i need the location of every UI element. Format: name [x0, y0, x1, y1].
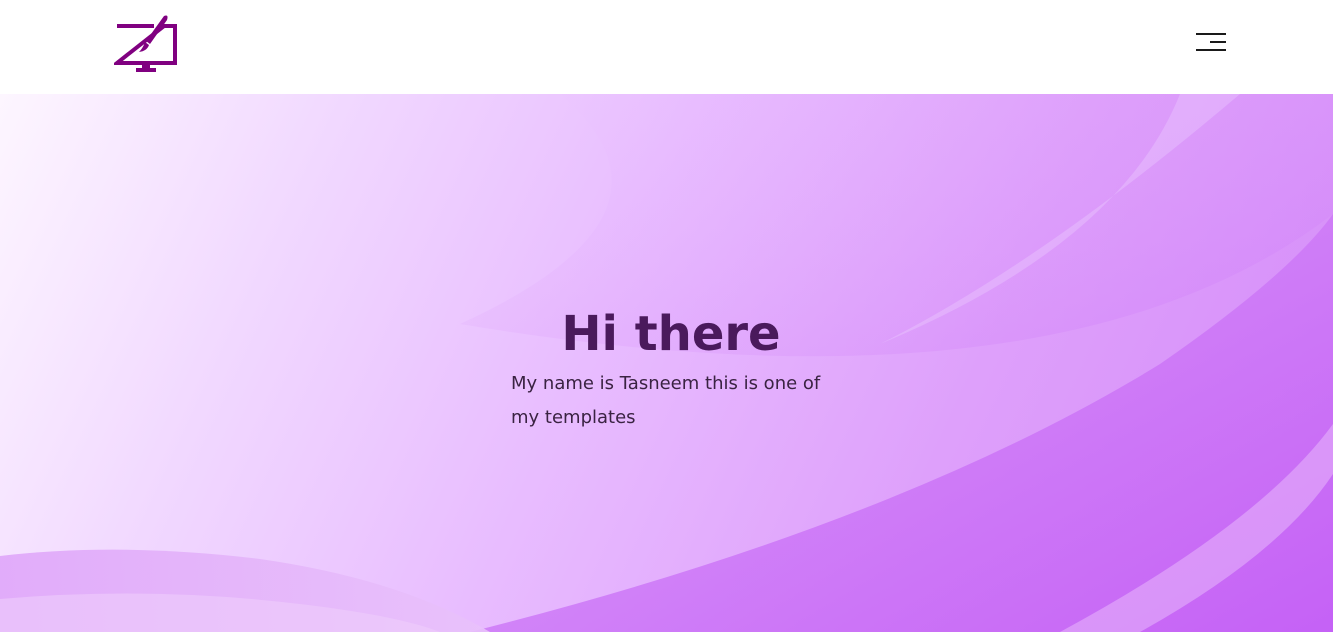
menu-bar-top — [1196, 33, 1226, 35]
hamburger-menu-icon[interactable] — [1190, 28, 1232, 56]
site-header — [0, 0, 1333, 94]
menu-bar-middle — [1210, 41, 1226, 43]
hero-section: Hi there My name is Tasneem this is one … — [0, 94, 1333, 632]
hero-title: Hi there — [561, 306, 781, 362]
menu-bar-bottom — [1196, 49, 1226, 51]
hero-subtitle: My name is Tasneem this is one of my tem… — [511, 373, 821, 428]
monitor-paintbrush-icon[interactable] — [111, 14, 178, 74]
